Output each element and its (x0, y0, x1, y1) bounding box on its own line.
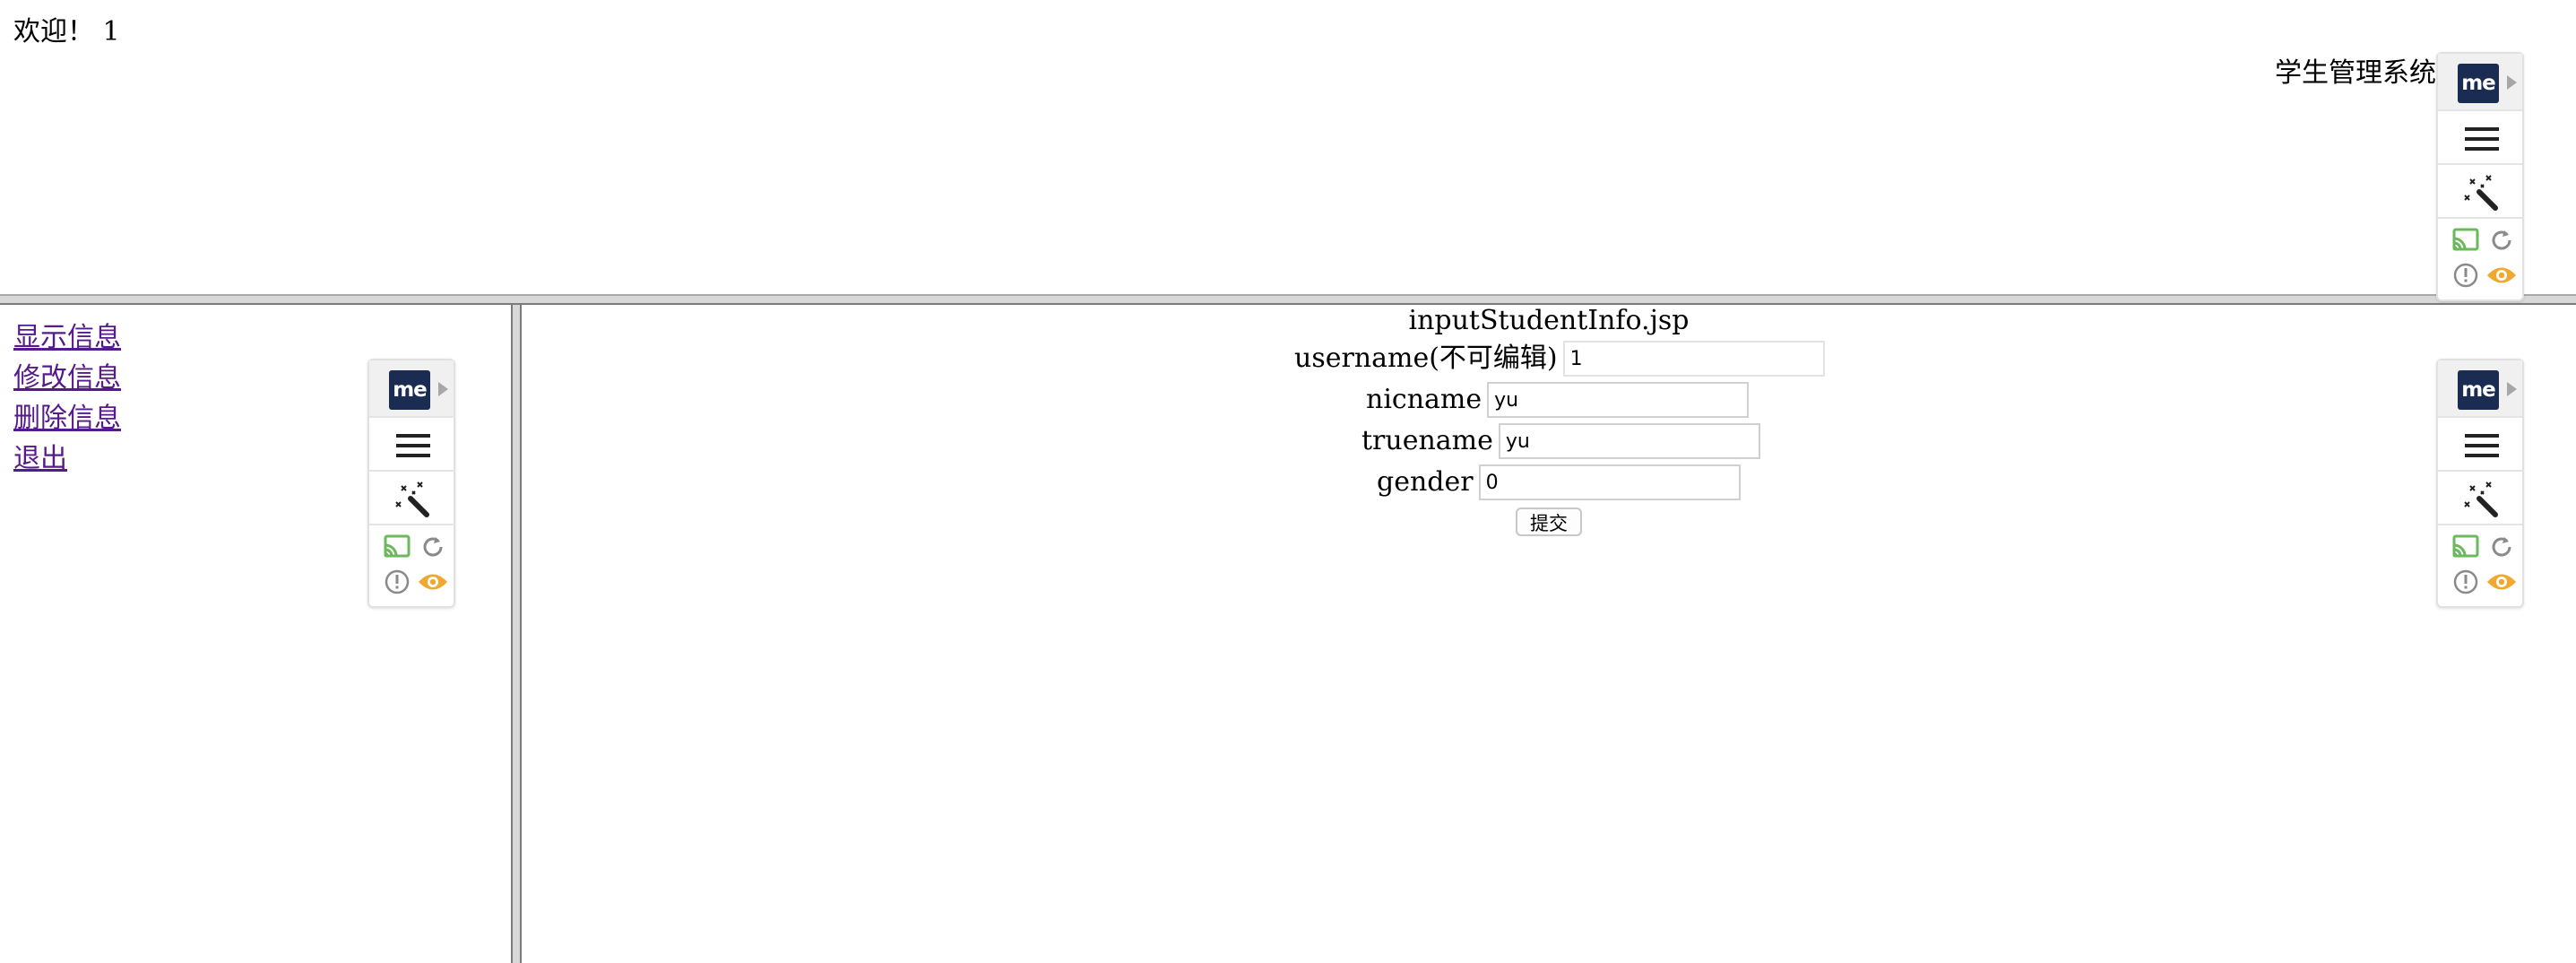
magic-wand-icon[interactable] (2461, 172, 2503, 213)
magic-wand-icon[interactable] (393, 479, 434, 520)
system-title: 学生管理系统 (2275, 57, 2436, 89)
nav-link-delete-info[interactable]: 删除信息 (13, 398, 121, 438)
expand-arrow-icon[interactable] (2507, 382, 2517, 396)
extension-status-row (2438, 525, 2522, 603)
extension-logo-row[interactable]: me (2438, 360, 2522, 418)
extension-wand-row[interactable] (2438, 165, 2522, 219)
nicname-row: nicname (1366, 380, 1750, 420)
nav-link-edit-info[interactable]: 修改信息 (13, 358, 121, 398)
gender-field[interactable] (1478, 464, 1741, 500)
extension-logo[interactable]: me (2458, 370, 2499, 410)
refresh-icon[interactable] (2488, 227, 2515, 254)
nav-link-logout[interactable]: 退出 (13, 438, 121, 479)
frame-divider-horizontal[interactable] (0, 294, 2576, 305)
eye-icon[interactable] (2485, 264, 2518, 287)
nav-list: 显示信息 修改信息 删除信息 退出 (13, 317, 121, 479)
main-content-frame: inputStudentInfo.jsp username(不可编辑) nicn… (522, 305, 2576, 963)
cast-icon[interactable] (384, 534, 411, 560)
eye-icon[interactable] (2485, 570, 2518, 594)
cast-icon[interactable] (2452, 228, 2479, 253)
refresh-icon[interactable] (419, 534, 446, 560)
extension-logo[interactable]: me (389, 370, 430, 410)
extension-logo-row[interactable]: me (369, 360, 454, 418)
nicname-label: nicname (1366, 384, 1482, 415)
truename-row: truename (1361, 421, 1760, 461)
truename-label: truename (1361, 425, 1493, 456)
extension-toolbar-main: me (2436, 359, 2524, 608)
cast-icon[interactable] (2452, 534, 2479, 560)
username-label: username(不可编辑) (1294, 343, 1558, 374)
submit-button[interactable]: 提交 (1516, 508, 1582, 536)
refresh-icon[interactable] (2488, 534, 2515, 560)
extension-menu-row[interactable] (369, 418, 454, 472)
username-row: username(不可编辑) (1294, 339, 1825, 378)
alert-icon[interactable] (2452, 262, 2479, 289)
extension-logo[interactable]: me (2458, 64, 2499, 103)
extension-wand-row[interactable] (369, 472, 454, 525)
alert-icon[interactable] (2452, 568, 2479, 595)
top-frame: 欢迎！ 1 学生管理系统 (0, 0, 2576, 294)
extension-toolbar-top: me (2436, 52, 2524, 301)
extension-toolbar-left: me (367, 359, 455, 608)
expand-arrow-icon[interactable] (2507, 75, 2517, 90)
menu-icon[interactable] (396, 434, 430, 457)
expand-arrow-icon[interactable] (438, 382, 448, 396)
extension-logo-row[interactable]: me (2438, 54, 2522, 111)
frame-divider-vertical[interactable] (511, 305, 522, 963)
menu-icon[interactable] (2465, 127, 2499, 151)
gender-label: gender (1377, 466, 1474, 498)
extension-wand-row[interactable] (2438, 472, 2522, 525)
page-title: inputStudentInfo.jsp (1408, 305, 1690, 336)
extension-menu-row[interactable] (2438, 418, 2522, 472)
extension-status-row (369, 525, 454, 603)
truename-field[interactable] (1498, 423, 1760, 459)
gender-row: gender (1377, 463, 1741, 502)
menu-icon[interactable] (2465, 434, 2499, 457)
nicname-field[interactable] (1487, 382, 1750, 418)
nav-link-show-info[interactable]: 显示信息 (13, 317, 121, 358)
alert-icon[interactable] (384, 568, 411, 595)
magic-wand-icon[interactable] (2461, 479, 2503, 520)
welcome-text: 欢迎！ 1 (13, 16, 120, 48)
username-field[interactable] (1562, 341, 1825, 377)
extension-menu-row[interactable] (2438, 111, 2522, 165)
extension-status-row (2438, 219, 2522, 296)
eye-icon[interactable] (417, 570, 449, 594)
